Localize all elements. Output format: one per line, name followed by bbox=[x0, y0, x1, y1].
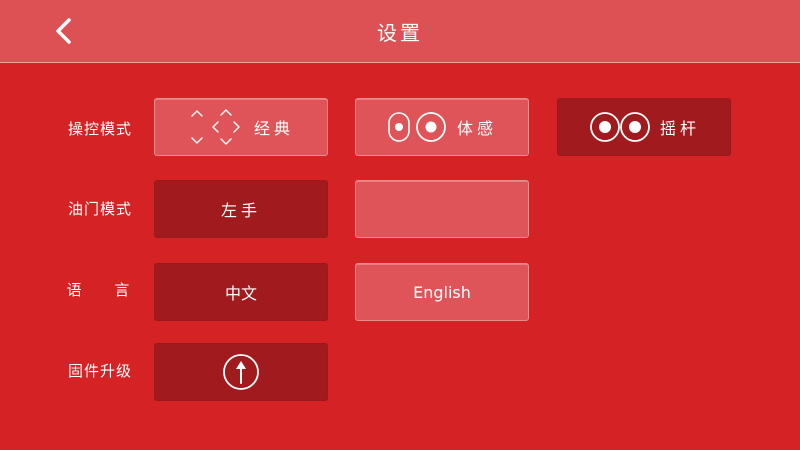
joystick-label: 摇杆 bbox=[659, 119, 700, 138]
top-bar: 设置 bbox=[0, 0, 800, 63]
upgrade-arrow-icon bbox=[223, 354, 259, 390]
dpad-arrows-icon bbox=[191, 109, 240, 145]
page-title: 设置 bbox=[377, 21, 423, 45]
throttle-mode-label: 油门模式 bbox=[67, 200, 132, 218]
throttle-right-hand-button[interactable] bbox=[355, 180, 529, 238]
english-label: English bbox=[413, 282, 471, 302]
firmware-upgrade-button[interactable] bbox=[154, 343, 328, 401]
control-mode-label: 操控模式 bbox=[67, 120, 132, 138]
control-mode-classic-button[interactable]: 经典 bbox=[154, 98, 328, 156]
left-hand-label: 左手 bbox=[220, 201, 261, 220]
language-english-button[interactable]: English bbox=[355, 263, 529, 321]
control-mode-motion-button[interactable]: 体感 bbox=[355, 98, 529, 156]
motion-label: 体感 bbox=[456, 119, 497, 138]
language-label: 语 言 bbox=[66, 281, 144, 299]
classic-label: 经典 bbox=[253, 119, 294, 138]
firmware-upgrade-label: 固件升级 bbox=[67, 362, 132, 380]
motion-sense-icon bbox=[388, 112, 446, 142]
dual-joystick-icon bbox=[590, 112, 650, 142]
chinese-label: 中文 bbox=[224, 284, 257, 303]
control-mode-joystick-button[interactable]: 摇杆 bbox=[557, 98, 731, 156]
throttle-left-hand-button[interactable]: 左手 bbox=[154, 180, 328, 238]
language-chinese-button[interactable]: 中文 bbox=[154, 263, 328, 321]
